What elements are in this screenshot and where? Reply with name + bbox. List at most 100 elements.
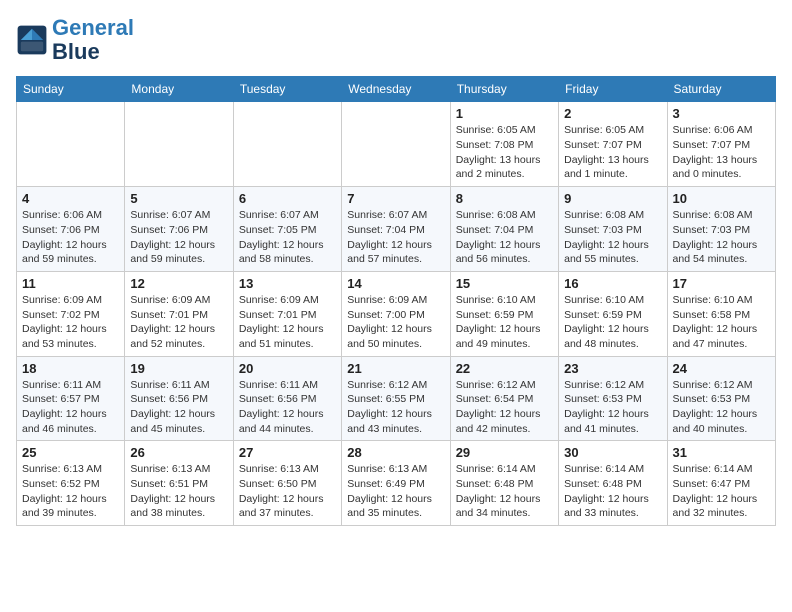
day-number: 4 xyxy=(22,191,119,206)
day-number: 1 xyxy=(456,106,553,121)
day-info: Sunrise: 6:11 AM Sunset: 6:57 PM Dayligh… xyxy=(22,378,119,437)
day-info: Sunrise: 6:12 AM Sunset: 6:55 PM Dayligh… xyxy=(347,378,444,437)
day-number: 31 xyxy=(673,445,770,460)
day-cell: 27 Sunrise: 6:13 AM Sunset: 6:50 PM Dayli… xyxy=(233,441,341,526)
day-info: Sunrise: 6:10 AM Sunset: 6:59 PM Dayligh… xyxy=(456,293,553,352)
day-cell: 26 Sunrise: 6:13 AM Sunset: 6:51 PM Dayli… xyxy=(125,441,233,526)
day-cell: 13 Sunrise: 6:09 AM Sunset: 7:01 PM Dayli… xyxy=(233,271,341,356)
day-info: Sunrise: 6:13 AM Sunset: 6:50 PM Dayligh… xyxy=(239,462,336,521)
day-cell: 2 Sunrise: 6:05 AM Sunset: 7:07 PM Daylig… xyxy=(559,102,667,187)
col-header-saturday: Saturday xyxy=(667,77,775,102)
day-cell xyxy=(233,102,341,187)
day-number: 12 xyxy=(130,276,227,291)
day-cell: 20 Sunrise: 6:11 AM Sunset: 6:56 PM Dayli… xyxy=(233,356,341,441)
day-info: Sunrise: 6:12 AM Sunset: 6:53 PM Dayligh… xyxy=(673,378,770,437)
logo-text: GeneralBlue xyxy=(52,16,134,64)
day-number: 19 xyxy=(130,361,227,376)
day-cell: 11Sunrise: 6:09 AM Sunset: 7:02 PM Dayli… xyxy=(17,271,125,356)
week-row-5: 25Sunrise: 6:13 AM Sunset: 6:52 PM Dayli… xyxy=(17,441,776,526)
day-info: Sunrise: 6:09 AM Sunset: 7:00 PM Dayligh… xyxy=(347,293,444,352)
day-cell: 15 Sunrise: 6:10 AM Sunset: 6:59 PM Dayli… xyxy=(450,271,558,356)
day-cell: 29Sunrise: 6:14 AM Sunset: 6:48 PM Dayli… xyxy=(450,441,558,526)
day-cell: 24 Sunrise: 6:12 AM Sunset: 6:53 PM Dayli… xyxy=(667,356,775,441)
day-info: Sunrise: 6:05 AM Sunset: 7:07 PM Dayligh… xyxy=(564,123,661,182)
day-cell: 7Sunrise: 6:07 AM Sunset: 7:04 PM Daylig… xyxy=(342,187,450,272)
logo: GeneralBlue xyxy=(16,16,134,64)
day-info: Sunrise: 6:05 AM Sunset: 7:08 PM Dayligh… xyxy=(456,123,553,182)
day-cell: 14 Sunrise: 6:09 AM Sunset: 7:00 PM Dayli… xyxy=(342,271,450,356)
day-info: Sunrise: 6:14 AM Sunset: 6:47 PM Dayligh… xyxy=(673,462,770,521)
day-info: Sunrise: 6:07 AM Sunset: 7:06 PM Dayligh… xyxy=(130,208,227,267)
day-cell xyxy=(125,102,233,187)
col-header-monday: Monday xyxy=(125,77,233,102)
day-cell: 31 Sunrise: 6:14 AM Sunset: 6:47 PM Dayli… xyxy=(667,441,775,526)
day-info: Sunrise: 6:07 AM Sunset: 7:04 PM Dayligh… xyxy=(347,208,444,267)
day-number: 10 xyxy=(673,191,770,206)
day-number: 24 xyxy=(673,361,770,376)
day-number: 30 xyxy=(564,445,661,460)
day-cell: 17 Sunrise: 6:10 AM Sunset: 6:58 PM Dayli… xyxy=(667,271,775,356)
day-info: Sunrise: 6:10 AM Sunset: 6:59 PM Dayligh… xyxy=(564,293,661,352)
day-cell: 1 Sunrise: 6:05 AM Sunset: 7:08 PM Daylig… xyxy=(450,102,558,187)
day-number: 3 xyxy=(673,106,770,121)
day-number: 14 xyxy=(347,276,444,291)
day-cell: 28 Sunrise: 6:13 AM Sunset: 6:49 PM Dayli… xyxy=(342,441,450,526)
day-number: 20 xyxy=(239,361,336,376)
week-row-1: 1 Sunrise: 6:05 AM Sunset: 7:08 PM Daylig… xyxy=(17,102,776,187)
day-number: 16 xyxy=(564,276,661,291)
day-info: Sunrise: 6:06 AM Sunset: 7:06 PM Dayligh… xyxy=(22,208,119,267)
col-header-tuesday: Tuesday xyxy=(233,77,341,102)
day-cell: 4 Sunrise: 6:06 AM Sunset: 7:06 PM Daylig… xyxy=(17,187,125,272)
day-cell: 21 Sunrise: 6:12 AM Sunset: 6:55 PM Dayli… xyxy=(342,356,450,441)
week-row-3: 11Sunrise: 6:09 AM Sunset: 7:02 PM Dayli… xyxy=(17,271,776,356)
day-cell xyxy=(342,102,450,187)
day-number: 5 xyxy=(130,191,227,206)
day-cell: 8Sunrise: 6:08 AM Sunset: 7:04 PM Daylig… xyxy=(450,187,558,272)
day-info: Sunrise: 6:11 AM Sunset: 6:56 PM Dayligh… xyxy=(130,378,227,437)
day-info: Sunrise: 6:14 AM Sunset: 6:48 PM Dayligh… xyxy=(456,462,553,521)
day-number: 28 xyxy=(347,445,444,460)
logo-icon xyxy=(16,24,48,56)
day-cell: 12Sunrise: 6:09 AM Sunset: 7:01 PM Dayli… xyxy=(125,271,233,356)
day-info: Sunrise: 6:12 AM Sunset: 6:54 PM Dayligh… xyxy=(456,378,553,437)
col-header-wednesday: Wednesday xyxy=(342,77,450,102)
day-info: Sunrise: 6:09 AM Sunset: 7:01 PM Dayligh… xyxy=(239,293,336,352)
page-header: GeneralBlue xyxy=(16,16,776,64)
day-info: Sunrise: 6:14 AM Sunset: 6:48 PM Dayligh… xyxy=(564,462,661,521)
day-cell: 19 Sunrise: 6:11 AM Sunset: 6:56 PM Dayli… xyxy=(125,356,233,441)
day-info: Sunrise: 6:13 AM Sunset: 6:49 PM Dayligh… xyxy=(347,462,444,521)
day-number: 8 xyxy=(456,191,553,206)
day-number: 11 xyxy=(22,276,119,291)
day-info: Sunrise: 6:06 AM Sunset: 7:07 PM Dayligh… xyxy=(673,123,770,182)
day-number: 2 xyxy=(564,106,661,121)
day-cell: 16 Sunrise: 6:10 AM Sunset: 6:59 PM Dayli… xyxy=(559,271,667,356)
day-cell: 9 Sunrise: 6:08 AM Sunset: 7:03 PM Daylig… xyxy=(559,187,667,272)
week-row-2: 4 Sunrise: 6:06 AM Sunset: 7:06 PM Daylig… xyxy=(17,187,776,272)
day-cell: 6 Sunrise: 6:07 AM Sunset: 7:05 PM Daylig… xyxy=(233,187,341,272)
day-number: 13 xyxy=(239,276,336,291)
day-info: Sunrise: 6:10 AM Sunset: 6:58 PM Dayligh… xyxy=(673,293,770,352)
day-number: 6 xyxy=(239,191,336,206)
day-info: Sunrise: 6:08 AM Sunset: 7:03 PM Dayligh… xyxy=(564,208,661,267)
day-number: 21 xyxy=(347,361,444,376)
day-number: 18 xyxy=(22,361,119,376)
day-number: 27 xyxy=(239,445,336,460)
day-number: 9 xyxy=(564,191,661,206)
day-number: 26 xyxy=(130,445,227,460)
calendar-table: SundayMondayTuesdayWednesdayThursdayFrid… xyxy=(16,76,776,526)
day-info: Sunrise: 6:07 AM Sunset: 7:05 PM Dayligh… xyxy=(239,208,336,267)
day-cell: 5 Sunrise: 6:07 AM Sunset: 7:06 PM Daylig… xyxy=(125,187,233,272)
day-cell xyxy=(17,102,125,187)
col-header-thursday: Thursday xyxy=(450,77,558,102)
day-info: Sunrise: 6:13 AM Sunset: 6:51 PM Dayligh… xyxy=(130,462,227,521)
day-cell: 10 Sunrise: 6:08 AM Sunset: 7:03 PM Dayli… xyxy=(667,187,775,272)
col-header-sunday: Sunday xyxy=(17,77,125,102)
day-number: 17 xyxy=(673,276,770,291)
day-cell: 3 Sunrise: 6:06 AM Sunset: 7:07 PM Daylig… xyxy=(667,102,775,187)
header-row: SundayMondayTuesdayWednesdayThursdayFrid… xyxy=(17,77,776,102)
day-info: Sunrise: 6:12 AM Sunset: 6:53 PM Dayligh… xyxy=(564,378,661,437)
day-info: Sunrise: 6:11 AM Sunset: 6:56 PM Dayligh… xyxy=(239,378,336,437)
day-number: 15 xyxy=(456,276,553,291)
day-cell: 22Sunrise: 6:12 AM Sunset: 6:54 PM Dayli… xyxy=(450,356,558,441)
day-info: Sunrise: 6:08 AM Sunset: 7:03 PM Dayligh… xyxy=(673,208,770,267)
